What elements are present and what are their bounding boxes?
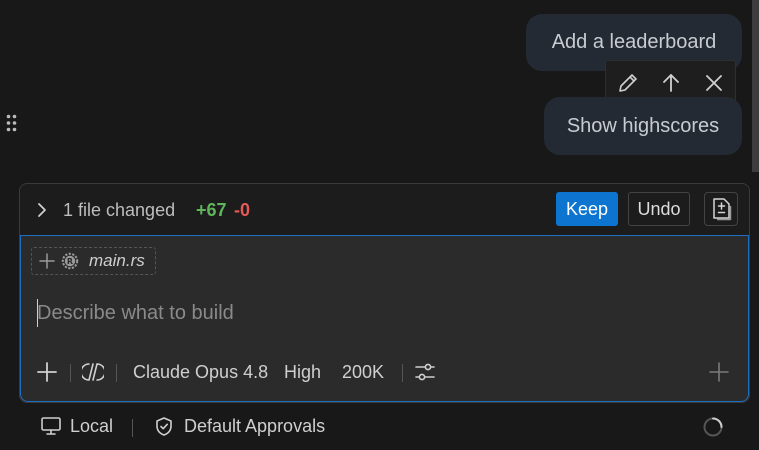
toolbar-divider <box>402 364 403 382</box>
prompt-input[interactable]: Describe what to build <box>37 302 234 325</box>
dismiss-message-button[interactable] <box>696 65 732 101</box>
review-changes-button[interactable] <box>704 192 738 226</box>
model-picker[interactable]: Claude Opus 4.8 <box>133 362 268 383</box>
lines-removed-count: -0 <box>234 200 251 220</box>
keep-button[interactable]: Keep <box>556 192 618 226</box>
user-message[interactable]: Show highscores <box>544 97 742 155</box>
send-plus-icon[interactable] <box>709 362 729 382</box>
close-icon <box>705 75 722 91</box>
user-message-text: Show highscores <box>566 114 720 137</box>
prompt-input-area[interactable]: R main.rs Describe what to build Claude … <box>20 235 749 402</box>
undo-button[interactable]: Undo <box>628 192 690 226</box>
svg-text:R: R <box>67 257 73 266</box>
chevron-right-icon[interactable] <box>36 202 48 218</box>
files-changed-label: 1 file changed <box>63 200 176 220</box>
context-window-label[interactable]: 200K <box>342 362 384 383</box>
lines-added-count: +67 <box>196 200 227 220</box>
agent-mode-icon[interactable] <box>82 361 104 383</box>
edit-message-button[interactable] <box>610 65 646 101</box>
resend-message-button[interactable] <box>653 65 689 101</box>
changes-summary-row[interactable]: 1 file changed +67 -0 Keep Undo <box>20 184 749 235</box>
loading-spinner-icon <box>703 417 723 437</box>
rust-file-icon: R <box>61 252 79 270</box>
location-picker[interactable]: Local <box>70 416 113 437</box>
approvals-picker[interactable]: Default Approvals <box>184 416 325 437</box>
add-context-icon[interactable] <box>37 362 57 382</box>
drag-handle-icon[interactable] <box>6 114 18 132</box>
footer-divider <box>132 419 133 437</box>
monitor-icon <box>41 417 61 435</box>
composer-toolbar: Claude Opus 4.8 High 200K <box>20 352 749 392</box>
composer-panel: 1 file changed +67 -0 Keep Undo R main.r… <box>19 183 750 403</box>
status-footer: Local Default Approvals <box>0 402 759 450</box>
arrow-up-icon <box>662 74 679 92</box>
attached-file-chip[interactable]: R main.rs <box>31 247 156 275</box>
diff-document-icon <box>713 198 732 221</box>
attached-file-name: main.rs <box>89 251 145 270</box>
shield-icon <box>156 417 172 436</box>
chat-scrollbar[interactable] <box>752 0 759 172</box>
settings-sliders-icon[interactable] <box>414 361 436 383</box>
user-message-text: Add a leaderboard <box>551 31 717 53</box>
toolbar-divider <box>70 364 71 382</box>
pencil-icon <box>618 74 637 92</box>
effort-picker[interactable]: High <box>284 362 321 383</box>
plus-icon[interactable] <box>39 253 55 269</box>
toolbar-divider <box>116 364 117 382</box>
